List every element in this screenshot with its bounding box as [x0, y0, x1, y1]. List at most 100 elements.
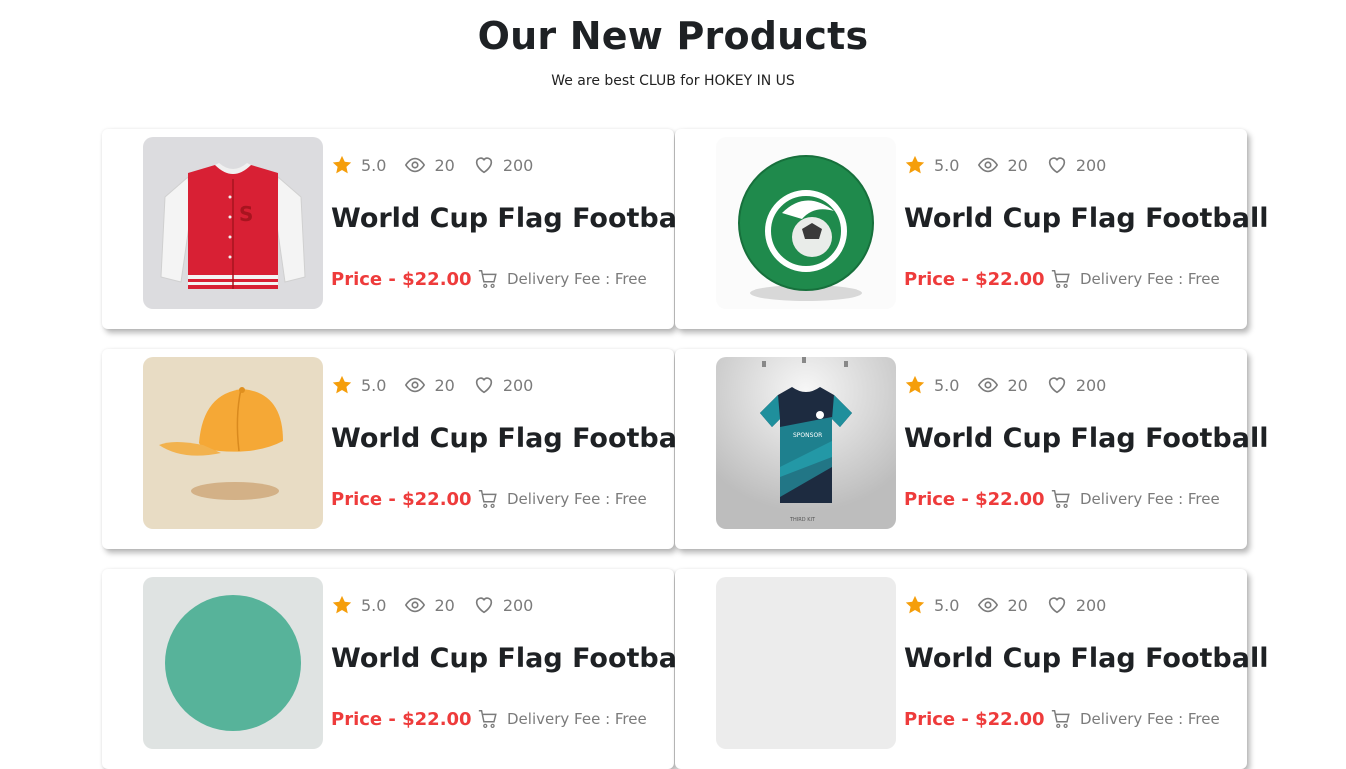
likes-count: 200 — [502, 595, 534, 615]
product-price: Price - $22.00 — [904, 709, 1045, 730]
product-price: Price - $22.00 — [904, 269, 1045, 290]
eye-icon — [978, 377, 999, 393]
views-count: 20 — [1007, 155, 1028, 175]
likes-count: 200 — [502, 375, 534, 395]
likes[interactable]: 200 — [1046, 374, 1107, 396]
heart-icon[interactable] — [473, 374, 495, 396]
likes-count: 200 — [502, 155, 534, 175]
rating: 5.0 — [904, 374, 959, 396]
cart-icon — [478, 270, 497, 288]
product-price: Price - $22.00 — [904, 489, 1045, 510]
product-name[interactable]: World Cup Flag Football — [904, 203, 1269, 234]
heart-icon[interactable] — [1046, 154, 1068, 176]
views: 20 — [404, 154, 455, 176]
heart-icon[interactable] — [1046, 374, 1068, 396]
rating: 5.0 — [331, 594, 386, 616]
likes-count: 200 — [1075, 155, 1107, 175]
views-count: 20 — [1007, 595, 1028, 615]
eye-icon — [978, 157, 999, 173]
eye-icon — [405, 597, 426, 613]
rating: 5.0 — [904, 154, 959, 176]
cart-icon — [1051, 490, 1070, 508]
page-title: Our New Products — [477, 14, 869, 58]
delivery-fee: Delivery Fee : Free — [477, 708, 647, 730]
product-card[interactable]: 5.0 20 200 World Cup Flag Football Price… — [102, 569, 696, 769]
rating-value: 5.0 — [361, 375, 387, 395]
views-count: 20 — [434, 595, 455, 615]
product-image[interactable]: S — [143, 137, 323, 309]
views: 20 — [977, 374, 1028, 396]
product-card[interactable]: 5.0 20 200 World Cup Flag Football Price… — [675, 569, 1269, 769]
eye-icon — [405, 157, 426, 173]
product-image[interactable] — [143, 577, 323, 749]
cart-icon — [1051, 270, 1070, 288]
delivery-fee-text: Delivery Fee : Free — [1080, 710, 1220, 728]
product-name[interactable]: World Cup Flag Football — [904, 423, 1269, 454]
svg-text:SPONSOR: SPONSOR — [793, 432, 822, 439]
delivery-fee-text: Delivery Fee : Free — [507, 270, 647, 288]
delivery-fee: Delivery Fee : Free — [1050, 488, 1220, 510]
rating-value: 5.0 — [361, 595, 387, 615]
product-card[interactable]: S 5.0 20 200 World Cup Flag Football Pri… — [102, 129, 696, 329]
views-count: 20 — [434, 155, 455, 175]
product-price: Price - $22.00 — [331, 489, 472, 510]
product-image[interactable] — [716, 577, 896, 749]
product-price: Price - $22.00 — [331, 709, 472, 730]
cart-icon — [478, 710, 497, 728]
product-name[interactable]: World Cup Flag Football — [331, 423, 696, 454]
product-card[interactable]: SPONSOR THIRD KIT 5.0 20 200 World Cup F… — [675, 349, 1269, 549]
cart-icon — [478, 490, 497, 508]
delivery-fee: Delivery Fee : Free — [477, 268, 647, 290]
product-image[interactable] — [143, 357, 323, 529]
likes[interactable]: 200 — [1046, 594, 1107, 616]
delivery-fee-text: Delivery Fee : Free — [1080, 270, 1220, 288]
likes[interactable]: 200 — [473, 374, 534, 396]
delivery-fee-text: Delivery Fee : Free — [507, 710, 647, 728]
eye-icon — [405, 377, 426, 393]
delivery-fee-text: Delivery Fee : Free — [1080, 490, 1220, 508]
rating-value: 5.0 — [934, 375, 960, 395]
svg-text:THIRD KIT: THIRD KIT — [789, 517, 816, 523]
delivery-fee: Delivery Fee : Free — [1050, 708, 1220, 730]
likes-count: 200 — [1075, 595, 1107, 615]
star-icon — [332, 375, 352, 394]
product-card[interactable]: 5.0 20 200 World Cup Flag Football Price… — [102, 349, 696, 549]
heart-icon[interactable] — [473, 154, 495, 176]
views: 20 — [404, 594, 455, 616]
product-name[interactable]: World Cup Flag Football — [331, 203, 696, 234]
rating: 5.0 — [331, 154, 386, 176]
star-icon — [905, 155, 925, 174]
page-subtitle: We are best CLUB for HOKEY IN US — [551, 73, 795, 89]
product-name[interactable]: World Cup Flag Football — [904, 643, 1269, 674]
delivery-fee: Delivery Fee : Free — [477, 488, 647, 510]
rating: 5.0 — [904, 594, 959, 616]
likes-count: 200 — [1075, 375, 1107, 395]
rating-value: 5.0 — [934, 595, 960, 615]
views-count: 20 — [1007, 375, 1028, 395]
star-icon — [905, 595, 925, 614]
likes[interactable]: 200 — [1046, 154, 1107, 176]
product-price: Price - $22.00 — [331, 269, 472, 290]
rating-value: 5.0 — [361, 155, 387, 175]
views: 20 — [977, 154, 1028, 176]
delivery-fee: Delivery Fee : Free — [1050, 268, 1220, 290]
heart-icon[interactable] — [1046, 594, 1068, 616]
views-count: 20 — [434, 375, 455, 395]
likes[interactable]: 200 — [473, 154, 534, 176]
product-card[interactable]: 5.0 20 200 World Cup Flag Football Price… — [675, 129, 1269, 329]
product-image[interactable]: SPONSOR THIRD KIT — [716, 357, 896, 529]
product-name[interactable]: World Cup Flag Football — [331, 643, 696, 674]
views: 20 — [404, 374, 455, 396]
rating-value: 5.0 — [934, 155, 960, 175]
cart-icon — [1051, 710, 1070, 728]
likes[interactable]: 200 — [473, 594, 534, 616]
rating: 5.0 — [331, 374, 386, 396]
svg-text:S: S — [239, 202, 253, 226]
star-icon — [905, 375, 925, 394]
product-image[interactable] — [716, 137, 896, 309]
delivery-fee-text: Delivery Fee : Free — [507, 490, 647, 508]
eye-icon — [978, 597, 999, 613]
star-icon — [332, 155, 352, 174]
star-icon — [332, 595, 352, 614]
heart-icon[interactable] — [473, 594, 495, 616]
